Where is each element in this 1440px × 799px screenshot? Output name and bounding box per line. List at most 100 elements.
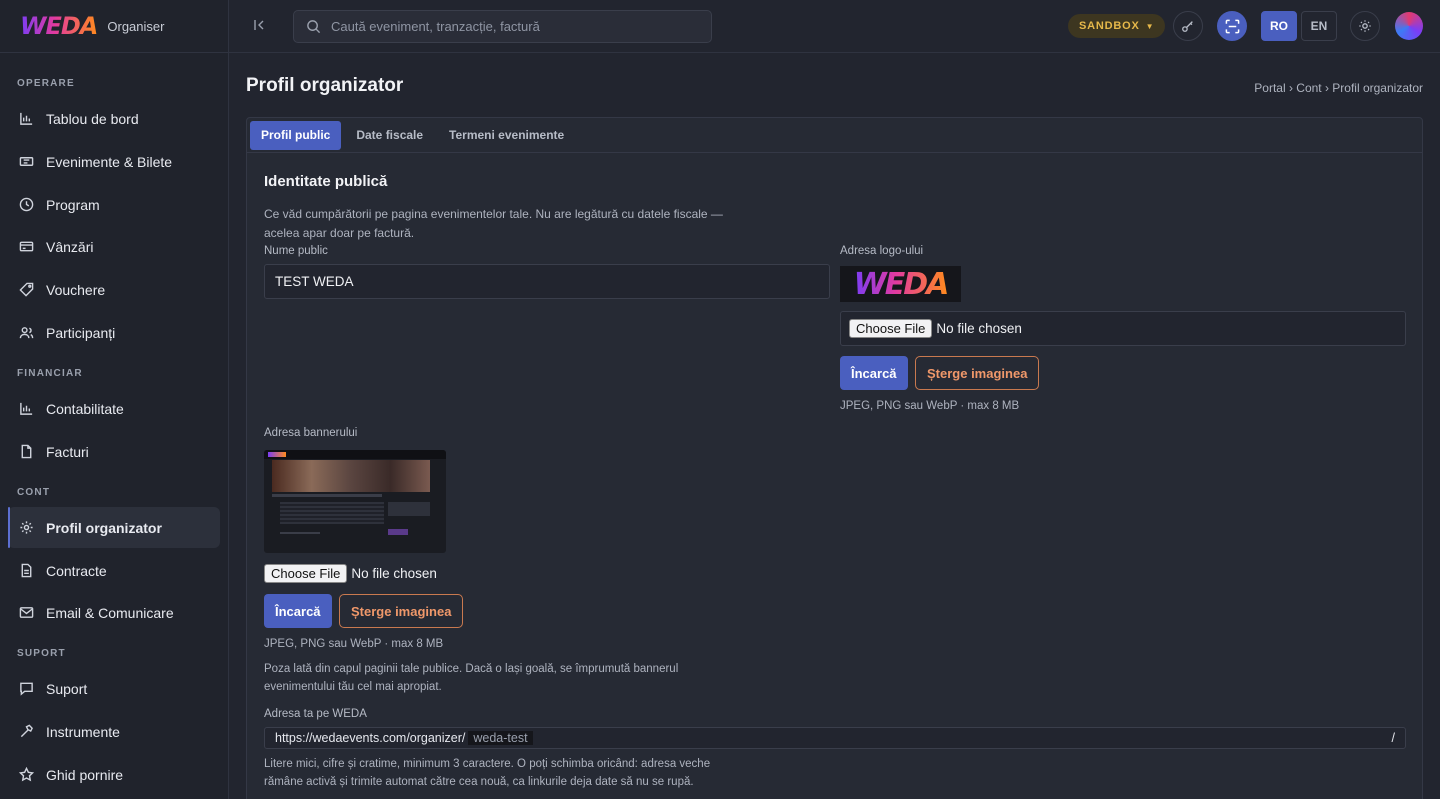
gear-icon (18, 520, 34, 536)
organizer-url-field[interactable]: https://wedaevents.com/organizer/ weda-t… (264, 727, 1406, 749)
banner-label: Adresa bannerului (264, 427, 358, 439)
sidebar-item-label: Participanți (46, 324, 116, 341)
url-label: Adresa ta pe WEDA (264, 708, 367, 720)
search-input[interactable] (331, 19, 691, 34)
nav-section-cont: CONT (17, 487, 51, 498)
sidebar-item-vouchere[interactable]: Vouchere (8, 269, 220, 310)
sidebar-item-label: Email & Comunicare (46, 604, 174, 621)
weda-logo: WEDA (20, 12, 98, 40)
brand[interactable]: WEDA Organiser (0, 0, 228, 53)
lang-ro-button[interactable]: RO (1261, 11, 1297, 41)
ticket-icon (18, 154, 34, 170)
chevron-down-icon: ▼ (1145, 21, 1155, 31)
logo-preview: WEDA (840, 266, 961, 302)
sidebar-item-program[interactable]: Program (8, 184, 220, 225)
mail-icon (18, 605, 34, 621)
public-name-label: Nume public (264, 245, 328, 257)
sidebar-item-label: Vânzări (46, 238, 94, 255)
url-slug-input[interactable]: weda-test (468, 731, 533, 745)
section-title: Identitate publică (264, 173, 388, 190)
section-description: Ce văd cumpărătorii pe pagina evenimente… (264, 207, 723, 240)
public-name-input[interactable]: TEST WEDA (264, 264, 830, 299)
sidebar-item-label: Evenimente & Bilete (46, 153, 173, 170)
topbar: SANDBOX ▼ RO EN (229, 0, 1440, 53)
logo-file-hint: JPEG, PNG sau WebP · max 8 MB (840, 400, 1020, 412)
sidebar-item-ghid-pornire[interactable]: Ghid pornire (8, 754, 220, 795)
tab-termeni-evenimente[interactable]: Termeni evenimente (438, 121, 575, 150)
sidebar-item-label: Ghid pornire (46, 766, 124, 783)
sidebar-item-label: Profil organizator (46, 519, 162, 536)
sun-icon (1358, 19, 1372, 33)
sidebar-item-label: Suport (46, 680, 88, 697)
sidebar-item-label: Contracte (46, 562, 107, 579)
url-suffix: / (1391, 731, 1395, 745)
banner-file-status: No file chosen (351, 566, 437, 581)
scan-button[interactable] (1217, 11, 1247, 41)
sidebar-item-contabilitate[interactable]: Contabilitate (8, 388, 220, 429)
banner-delete-button[interactable]: Șterge imaginea (339, 594, 464, 628)
logo-delete-button[interactable]: Șterge imaginea (915, 356, 1040, 390)
environment-badge[interactable]: SANDBOX ▼ (1068, 14, 1166, 38)
tag-icon (18, 282, 34, 298)
sidebar-item-label: Instrumente (46, 723, 120, 740)
logo-preview-image: WEDA (853, 266, 950, 302)
scan-icon (1225, 19, 1240, 34)
users-icon (18, 325, 34, 341)
sidebar-item-label: Facturi (46, 443, 89, 460)
banner-preview-image (264, 450, 446, 553)
banner-file-hint: JPEG, PNG sau WebP · max 8 MB (264, 638, 444, 650)
sidebar-item-label: Tablou de bord (46, 110, 139, 127)
logo-upload-button[interactable]: Încarcă (840, 356, 908, 390)
sidebar-item-instrumente[interactable]: Instrumente (8, 711, 220, 752)
public-identity-card: Identitate publică Ce văd cumpărătorii p… (246, 153, 1423, 799)
avatar[interactable] (1395, 12, 1423, 40)
contract-icon (18, 563, 34, 579)
collapse-sidebar-icon[interactable] (253, 18, 267, 35)
tab-bar: Profil public Date fiscale Termeni eveni… (246, 117, 1423, 153)
brand-subtitle: Organiser (107, 18, 165, 34)
nav-section-financiar: FINANCIAR (17, 368, 83, 379)
bar-chart-icon (18, 111, 34, 127)
banner-upload-button[interactable]: Încarcă (264, 594, 332, 628)
sidebar-item-email-comunicare[interactable]: Email & Comunicare (8, 592, 220, 633)
bar-chart-icon (18, 401, 34, 417)
nav-section-operare: OPERARE (17, 78, 75, 89)
url-prefix: https://wedaevents.com/organizer/ (275, 731, 466, 745)
hammer-icon (18, 724, 34, 740)
sidebar-item-facturi[interactable]: Facturi (8, 431, 220, 472)
star-icon (18, 767, 34, 783)
credit-card-icon (18, 239, 34, 255)
logo-file-input[interactable]: Choose File No file chosen (840, 311, 1406, 346)
tab-date-fiscale[interactable]: Date fiscale (345, 121, 434, 150)
page-title: Profil organizator (246, 75, 404, 96)
url-description: Litere mici, cifre și cratime, minimum 3… (264, 758, 711, 788)
chat-icon (18, 681, 34, 697)
theme-toggle-button[interactable] (1350, 11, 1380, 41)
banner-description: Poza lată din capul paginii tale publice… (264, 663, 679, 693)
key-icon (1181, 19, 1195, 33)
logo-label: Adresa logo-ului (840, 245, 924, 257)
sidebar-item-label: Vouchere (46, 281, 106, 298)
sidebar-item-participanti[interactable]: Participanți (8, 312, 220, 353)
sidebar-item-label: Contabilitate (46, 400, 124, 417)
sidebar-item-evenimente-bilete[interactable]: Evenimente & Bilete (8, 141, 220, 182)
banner-file-input[interactable]: Choose File No file chosen (264, 564, 437, 583)
search-icon (306, 19, 321, 34)
sidebar-item-profil-organizator[interactable]: Profil organizator (8, 507, 220, 548)
key-button[interactable] (1173, 11, 1203, 41)
tab-profil-public[interactable]: Profil public (250, 120, 342, 150)
sidebar-item-contracte[interactable]: Contracte (8, 550, 220, 591)
nav-section-suport: SUPORT (17, 648, 66, 659)
sidebar-item-suport[interactable]: Suport (8, 668, 220, 709)
clock-icon (18, 197, 34, 213)
sidebar-item-tablou-de-bord[interactable]: Tablou de bord (8, 98, 220, 139)
banner-choose-file-button[interactable]: Choose File (264, 564, 348, 583)
logo-choose-file-button[interactable]: Choose File (849, 319, 933, 338)
sidebar-item-vanzari[interactable]: Vânzări (8, 226, 220, 267)
document-icon (18, 444, 34, 460)
search-bar[interactable] (293, 10, 712, 43)
logo-file-status: No file chosen (936, 321, 1022, 336)
sidebar: WEDA Organiser OPERARE Tablou de bord Ev… (0, 0, 229, 799)
breadcrumb[interactable]: Portal › Cont › Profil organizator (1254, 81, 1423, 95)
lang-en-button[interactable]: EN (1301, 11, 1337, 41)
